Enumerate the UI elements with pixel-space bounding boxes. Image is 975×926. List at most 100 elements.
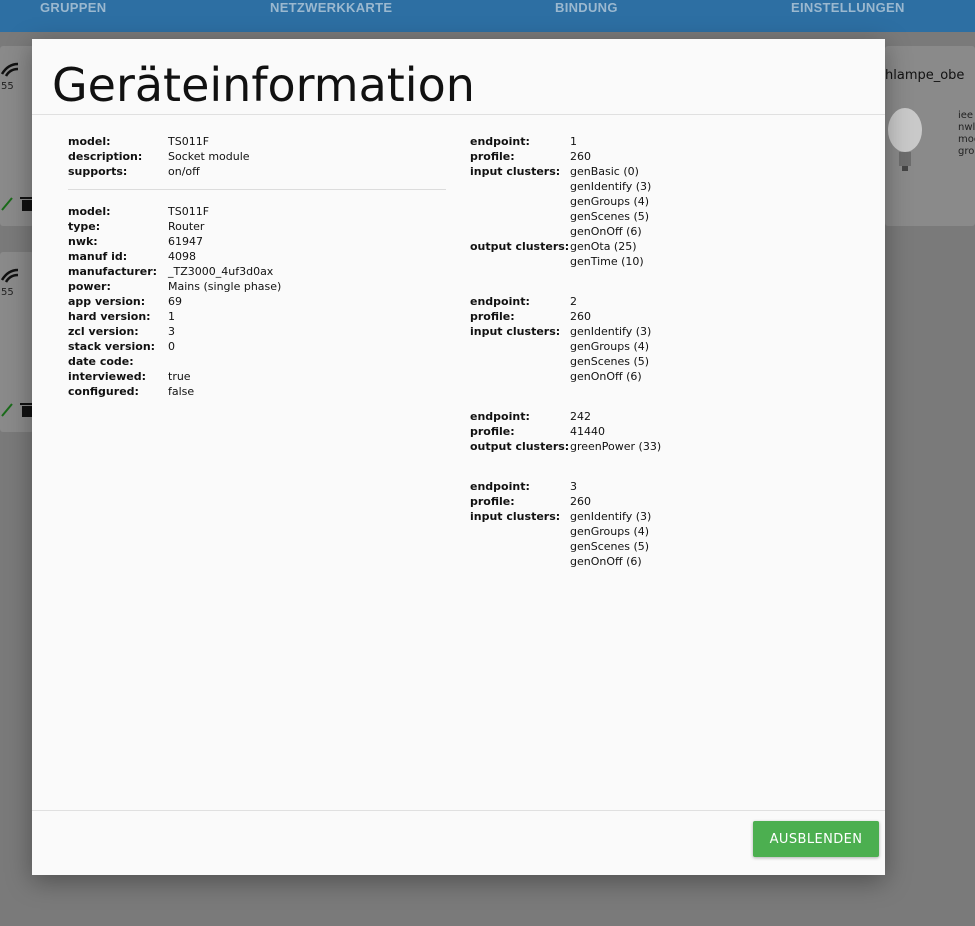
info-value: false (168, 385, 195, 398)
info-key: model: (68, 135, 111, 148)
edit-icon[interactable] (0, 196, 14, 212)
tab-bindung[interactable]: BINDUNG (555, 0, 618, 16)
info-value: genScenes (5) (570, 210, 650, 223)
info-key: model: (68, 205, 111, 218)
info-row: manuf id: 4098 (68, 249, 446, 264)
info-value: 69 (168, 295, 182, 308)
info-row: genTime (10) (470, 254, 850, 269)
info-key: profile: (470, 495, 515, 508)
info-value: genOnOff (6) (570, 370, 642, 383)
bulb-icon (888, 108, 922, 171)
info-key: date code: (68, 355, 134, 368)
info-row: nwk: 61947 (68, 234, 446, 249)
info-value: genOta (25) (570, 240, 637, 253)
info-key: profile: (470, 310, 515, 323)
tab-netzwerkkarte[interactable]: NETZWERKKARTE (270, 0, 392, 16)
info-key (470, 354, 570, 369)
info-value: 1 (570, 135, 577, 148)
info-value: greenPower (33) (570, 440, 662, 453)
info-row: genScenes (5) (470, 209, 850, 224)
info-row: manufacturer: _TZ3000_4uf3d0ax (68, 264, 446, 279)
endpoint-group: endpoint: 242 profile: 41440 output clusters… (470, 409, 850, 454)
info-key: output clusters: (470, 240, 570, 253)
endpoint-group: endpoint: 3 profile: 260 input clusters: genI… (470, 479, 850, 569)
device-name: hlampe_obe (885, 68, 965, 83)
info-value: genGroups (4) (570, 340, 650, 353)
info-value: 3 (570, 480, 577, 493)
info-row: type: Router (68, 219, 446, 234)
info-key (470, 254, 570, 269)
link-quality: 55 (1, 81, 14, 92)
hide-button[interactable]: AUSBLENDEN (753, 821, 879, 857)
info-value (168, 354, 446, 369)
info-key: input clusters: (470, 510, 561, 523)
info-value: on/off (168, 165, 200, 178)
info-key: endpoint: (470, 410, 530, 423)
info-key: hard version: (68, 310, 151, 323)
info-row: genGroups (4) (470, 524, 850, 539)
device-section: model: TS011F type: Router nwk: 61947 manuf id… (68, 204, 446, 399)
info-value: genIdentify (3) (570, 180, 652, 193)
endpoints-list: endpoint: 1 profile: 260 input clusters: genB… (470, 134, 850, 569)
info-key: input clusters: (470, 165, 561, 178)
info-row: output clusters: greenPower (33) (470, 439, 850, 454)
info-row: genScenes (5) (470, 354, 850, 369)
info-row: profile: 41440 (470, 424, 850, 439)
info-key: configured: (68, 385, 139, 398)
device-info-line: nwl (958, 122, 975, 133)
info-row: endpoint: 1 (470, 134, 850, 149)
info-value: TS011F (168, 205, 210, 218)
info-value: genScenes (5) (570, 355, 650, 368)
info-row: description: Socket module (68, 149, 446, 164)
info-value: genIdentify (3) (570, 510, 652, 523)
info-value: 260 (570, 495, 591, 508)
info-value: Mains (single phase) (168, 280, 282, 293)
device-details: model: TS011F description: Socket module sup… (68, 134, 446, 399)
info-key: stack version: (68, 340, 156, 353)
info-row: genGroups (4) (470, 194, 850, 209)
info-key: endpoint: (470, 135, 530, 148)
info-row: profile: 260 (470, 494, 850, 509)
info-value: true (168, 370, 191, 383)
info-row: profile: 260 (470, 149, 850, 164)
info-value: genScenes (5) (570, 540, 650, 553)
info-row: zcl version: 3 (68, 324, 446, 339)
background-device-card: 55 (0, 252, 34, 432)
info-key: nwk: (68, 235, 98, 248)
info-key (470, 539, 570, 554)
info-value: 2 (570, 295, 577, 308)
info-key: endpoint: (470, 480, 530, 493)
info-row: output clusters: genOta (25) (470, 239, 850, 254)
info-key (470, 554, 570, 569)
info-key: app version: (68, 295, 146, 308)
info-row: input clusters: genBasic (0) (470, 164, 850, 179)
info-value: 0 (168, 340, 175, 353)
info-value: _TZ3000_4uf3d0ax (168, 265, 274, 278)
info-row: input clusters: genIdentify (3) (470, 324, 850, 339)
info-row: supports: on/off (68, 164, 446, 179)
info-row: endpoint: 242 (470, 409, 850, 424)
info-key: power: (68, 280, 111, 293)
info-row: genIdentify (3) (470, 179, 850, 194)
info-value: 260 (570, 150, 591, 163)
device-info-line: gro (958, 146, 975, 157)
tab-einstellungen[interactable]: EINSTELLUNGEN (791, 0, 905, 16)
info-value: genGroups (4) (570, 525, 650, 538)
divider (68, 189, 446, 190)
info-value: 61947 (168, 235, 203, 248)
edit-icon[interactable] (0, 402, 14, 418)
info-value: genGroups (4) (570, 195, 650, 208)
info-key: interviewed: (68, 370, 147, 383)
info-row: input clusters: genIdentify (3) (470, 509, 850, 524)
info-row: date code: (68, 354, 446, 369)
info-value: 4098 (168, 250, 196, 263)
info-key: endpoint: (470, 295, 530, 308)
tab-gruppen[interactable]: GRUPPEN (40, 0, 106, 16)
info-key (470, 179, 570, 194)
info-key: profile: (470, 425, 515, 438)
info-row: model: TS011F (68, 204, 446, 219)
info-value: 260 (570, 310, 591, 323)
info-key (470, 224, 570, 239)
background-device-card: 55 (0, 46, 34, 226)
info-key: zcl version: (68, 325, 139, 338)
